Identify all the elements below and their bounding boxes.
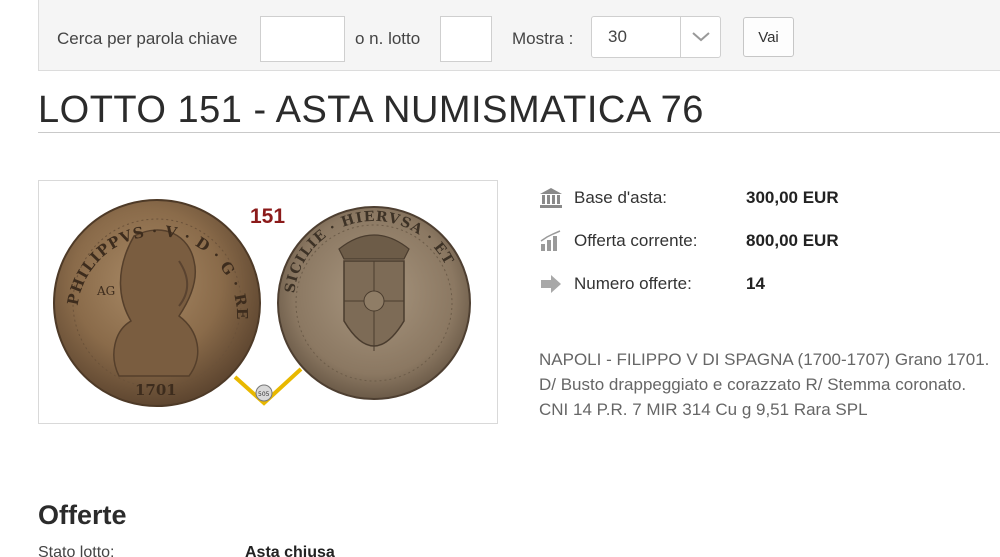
keyword-input[interactable]	[260, 16, 345, 62]
stamp-text: 505	[258, 391, 270, 398]
chevron-down-icon[interactable]	[680, 17, 720, 57]
offer-count-label: Numero offerte:	[574, 274, 692, 293]
show-label: Mostra :	[512, 29, 574, 48]
offers-heading: Offerte	[38, 500, 127, 530]
base-price-row: Base d'asta: 300,00 EUR	[538, 186, 839, 210]
lot-number-input[interactable]	[440, 16, 492, 62]
go-button[interactable]: Vai	[743, 17, 794, 57]
obverse-mark: AG	[96, 284, 115, 298]
image-lot-number: 151	[250, 205, 285, 228]
offer-count-row: Numero offerte: 14	[538, 272, 765, 296]
obverse-date: 1701	[135, 381, 177, 399]
search-bar: Cerca per parola chiave o n. lotto Mostr…	[38, 0, 1000, 71]
current-offer-value: 800,00 EUR	[746, 231, 839, 250]
coin-obverse: PHILIPPVS · V · D · G · REX AG 1701	[33, 167, 261, 407]
chart-icon	[538, 230, 564, 252]
show-count-value: 30	[608, 27, 627, 46]
offer-count-value: 14	[746, 274, 765, 293]
base-price-label: Base d'asta:	[574, 188, 668, 207]
show-count-select[interactable]: 30	[591, 16, 721, 58]
page-title: LOTTO 151 - ASTA NUMISMATICA 76	[38, 89, 704, 131]
base-price-value: 300,00 EUR	[746, 188, 839, 207]
lot-description: NAPOLI - FILIPPO V DI SPAGNA (1700-1707)…	[539, 350, 990, 419]
bank-icon	[538, 187, 564, 209]
lot-status-label: Stato lotto:	[38, 544, 115, 557]
current-offer-label: Offerta corrente:	[574, 231, 698, 250]
lot-number-label: o n. lotto	[355, 29, 421, 48]
keyword-label: Cerca per parola chiave	[57, 29, 238, 48]
coin-image[interactable]: PHILIPPVS · V · D · G · REX AG 1701 151 …	[33, 167, 498, 424]
coin-reverse: SICILIE · HIERVSA · ET	[277, 206, 471, 400]
current-offer-row: Offerta corrente: 800,00 EUR	[538, 229, 839, 253]
lot-status-value: Asta chiusa	[245, 544, 335, 557]
arrow-right-icon	[538, 273, 564, 295]
title-divider	[38, 132, 1000, 133]
auction-stamp: 505	[233, 367, 303, 406]
